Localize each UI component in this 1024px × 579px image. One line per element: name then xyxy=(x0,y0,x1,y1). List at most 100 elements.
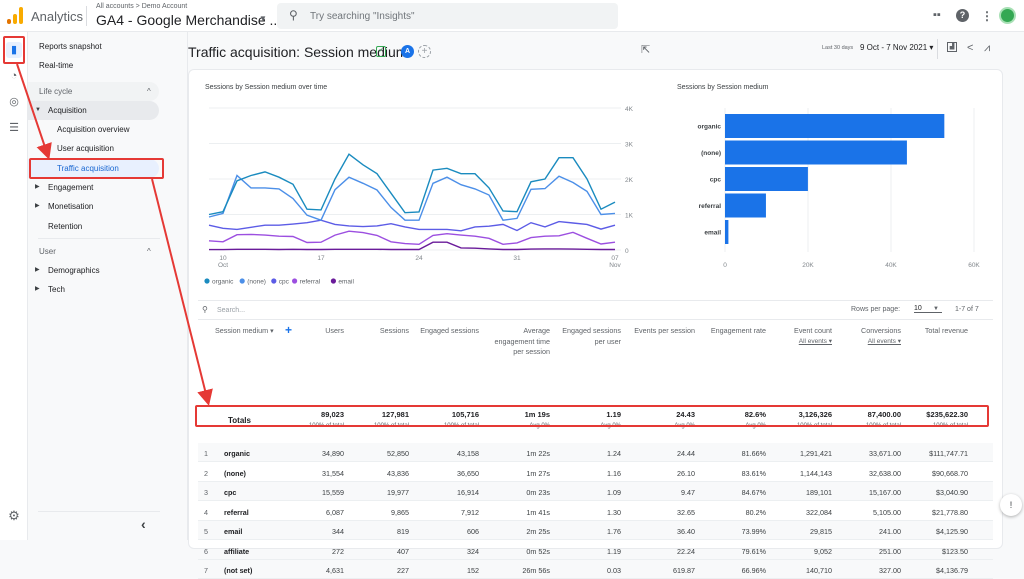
comparison-badge[interactable]: A xyxy=(401,45,414,58)
bar-email xyxy=(725,220,729,244)
metric-cell-users: 15,559 xyxy=(322,488,344,497)
report-card: Sessions by Session medium over time Ses… xyxy=(188,69,1003,579)
column-header-sessions[interactable]: Sessions xyxy=(347,326,409,337)
explore-icon[interactable]: ◔ xyxy=(6,68,22,84)
nav-monetisation[interactable]: ▶ Monetisation xyxy=(28,197,188,216)
account-avatar[interactable] xyxy=(999,7,1016,24)
metric-filter-dropdown[interactable]: All events ▾ xyxy=(839,337,901,348)
date-range-picker[interactable]: 9 Oct - 7 Nov 2021 ▾ xyxy=(860,43,933,52)
insights-icon[interactable]: ⩘ xyxy=(984,42,990,55)
nav-section-user[interactable]: User ^ xyxy=(28,242,188,261)
table-row[interactable]: 2 (none) 31,554 43,836 36,650 1m 27s 1.16 26.10… xyxy=(198,463,993,482)
nav-retention[interactable]: Retention xyxy=(28,217,188,236)
nav-acquisition[interactable]: ▼ Acquisition xyxy=(28,101,159,120)
table-row[interactable]: 3 cpc 15,559 19,977 16,914 0m 23s 1.09 9.47 84.6… xyxy=(198,482,993,501)
metric-cell-engaged-per-user: 1.09 xyxy=(607,488,621,497)
property-selector[interactable]: GA4 - Google Merchandise ... xyxy=(96,12,281,28)
metric-cell-avg-engagement-time: 1m 22s xyxy=(526,449,550,458)
bar-category-label: organic xyxy=(698,124,722,131)
nav-divider xyxy=(38,238,160,239)
table-row[interactable]: 6 affiliate 272 407 324 0m 52s 1.19 22.24 79.61%… xyxy=(198,541,993,560)
property-dropdown-icon[interactable]: ▼ xyxy=(259,14,267,23)
help-icon[interactable]: ? xyxy=(956,9,969,22)
metric-cell-engaged-per-user: 1.30 xyxy=(607,507,621,517)
reports-icon[interactable]: ▮ xyxy=(6,42,22,58)
customize-report-icon[interactable]: ▟ xyxy=(947,42,957,52)
column-header-event-count[interactable]: Event count All events ▾ xyxy=(770,326,832,347)
column-header-users[interactable]: Users xyxy=(282,326,344,337)
nav-acquisition-overview[interactable]: Acquisition overview xyxy=(28,120,188,139)
search-bar[interactable]: ⚲ Try searching "Insights" xyxy=(277,3,618,29)
metric-cell-event-count: 140,710 xyxy=(806,566,832,575)
apps-grid-icon[interactable]: ▪▪ xyxy=(933,9,941,21)
rows-per-page-label: Rows per page: xyxy=(851,306,901,313)
column-header-events-per-session[interactable]: Events per session xyxy=(633,326,695,337)
left-rail: ▮ ◔ ◎ ☰ ⚙ xyxy=(0,32,28,540)
metric-cell-event-count: 9,052 xyxy=(814,546,832,556)
nav-engagement[interactable]: ▶ Engagement xyxy=(28,178,188,197)
metric-cell-events-per-session: 26.10 xyxy=(677,468,695,478)
metric-cell-sessions: 52,850 xyxy=(387,449,409,458)
line-chart[interactable]: 0 1K 2K 3K 4K 10Oct 17 24 31 07Nov xyxy=(203,100,643,290)
collapse-nav-icon[interactable]: ‹ xyxy=(141,516,146,532)
metric-cell-total-revenue: $4,125.90 xyxy=(936,527,968,536)
breadcrumb[interactable]: All accounts > Demo Account xyxy=(96,3,187,10)
nav-tech[interactable]: ▶ Tech xyxy=(28,280,188,299)
metric-cell-avg-engagement-time: 26m 56s xyxy=(522,566,550,575)
nav-realtime[interactable]: Real-time xyxy=(28,56,188,75)
metric-cell-sessions: 819 xyxy=(397,527,409,536)
column-header-engaged-per-user[interactable]: Engaged sessions per user xyxy=(559,326,621,347)
nav-reports-snapshot[interactable]: Reports snapshot xyxy=(28,37,188,56)
main-content: Traffic acquisition: Session medium ✓ A … xyxy=(188,32,1024,579)
expand-triangle-icon: ▶ xyxy=(35,267,40,273)
table-row[interactable]: 5 email 344 819 606 2m 25s 1.76 36.40 73.99% 29,8… xyxy=(198,521,993,540)
metric-cell-avg-engagement-time: 1m 41s xyxy=(526,507,550,517)
line-chart-legend: organic (none) cpc referral email xyxy=(204,278,354,286)
metric-filter-dropdown[interactable]: All events ▾ xyxy=(770,337,832,348)
feedback-button[interactable]: ! xyxy=(1000,494,1022,516)
row-index: 1 xyxy=(204,449,208,458)
add-comparison-icon[interactable]: + xyxy=(418,45,431,58)
session-medium-cell: referral xyxy=(224,507,249,517)
metric-cell-engagement-rate: 66.96% xyxy=(741,566,766,575)
legend-label: email xyxy=(338,279,354,286)
total-subtext: Avg 0% xyxy=(674,423,695,429)
report-status-icon[interactable]: ✓ xyxy=(376,46,386,57)
nav-traffic-acquisition[interactable]: Traffic acquisition xyxy=(28,159,159,178)
column-header-total-revenue[interactable]: Total revenue xyxy=(906,326,968,337)
bar-chart[interactable]: 0 20K 40K 60K organic (none) cpc referral email xyxy=(669,100,999,275)
total-subtext: Avg 0% xyxy=(745,423,766,429)
table-row[interactable]: 4 referral 6,087 9,865 7,912 1m 41s 1.30 32.65 8… xyxy=(198,502,993,521)
total-subtext: 100% of total xyxy=(796,423,832,429)
expand-triangle-icon: ▶ xyxy=(35,203,40,209)
nav-label: Acquisition overview xyxy=(57,125,130,134)
more-vert-icon[interactable]: ⋮ xyxy=(981,9,993,23)
metric-cell-engagement-rate: 84.67% xyxy=(741,488,766,497)
chevron-down-icon[interactable]: ▼ xyxy=(933,306,939,312)
column-header-engaged-sessions[interactable]: Engaged sessions xyxy=(417,326,479,337)
nav-section-lifecycle[interactable]: Life cycle ^ xyxy=(28,82,159,101)
search-placeholder[interactable]: Try searching "Insights" xyxy=(310,11,415,22)
column-header-avg-engagement-time[interactable]: Average engagement time per session xyxy=(488,326,550,358)
settings-icon[interactable]: ⚙ xyxy=(6,508,22,524)
share-icon[interactable]: < xyxy=(967,42,973,54)
table-row[interactable]: 1 organic 34,890 52,850 43,158 1m 22s 1.24 24.4… xyxy=(198,443,993,462)
table-row[interactable]: 7 (not set) 4,631 227 152 26m 56s 0.03 619.87 66… xyxy=(198,560,993,579)
metric-cell-conversions: 5,105.00 xyxy=(873,507,901,517)
column-header-engagement-rate[interactable]: Engagement rate xyxy=(704,326,766,337)
advertising-icon[interactable]: ◎ xyxy=(6,94,22,110)
bar-none xyxy=(725,140,907,165)
column-header-label: Engagement rate xyxy=(710,326,766,335)
total-subtext: 100% of total xyxy=(373,423,409,429)
column-header-conversions[interactable]: Conversions All events ▾ xyxy=(839,326,901,347)
metric-cell-engaged-sessions: 152 xyxy=(467,566,479,575)
metric-cell-conversions: 251.00 xyxy=(879,546,901,556)
row-index: 6 xyxy=(204,546,208,556)
nav-user-acquisition[interactable]: User acquisition xyxy=(28,139,188,158)
table-search-input[interactable]: Search... xyxy=(217,307,245,314)
metric-cell-engaged-sessions: 324 xyxy=(467,546,479,556)
dimension-column-header[interactable]: Session medium ▾ xyxy=(215,326,274,337)
nav-demographics[interactable]: ▶ Demographics xyxy=(28,261,188,280)
configure-icon[interactable]: ☰ xyxy=(6,120,22,136)
metric-cell-conversions: 33,671.00 xyxy=(869,449,901,458)
